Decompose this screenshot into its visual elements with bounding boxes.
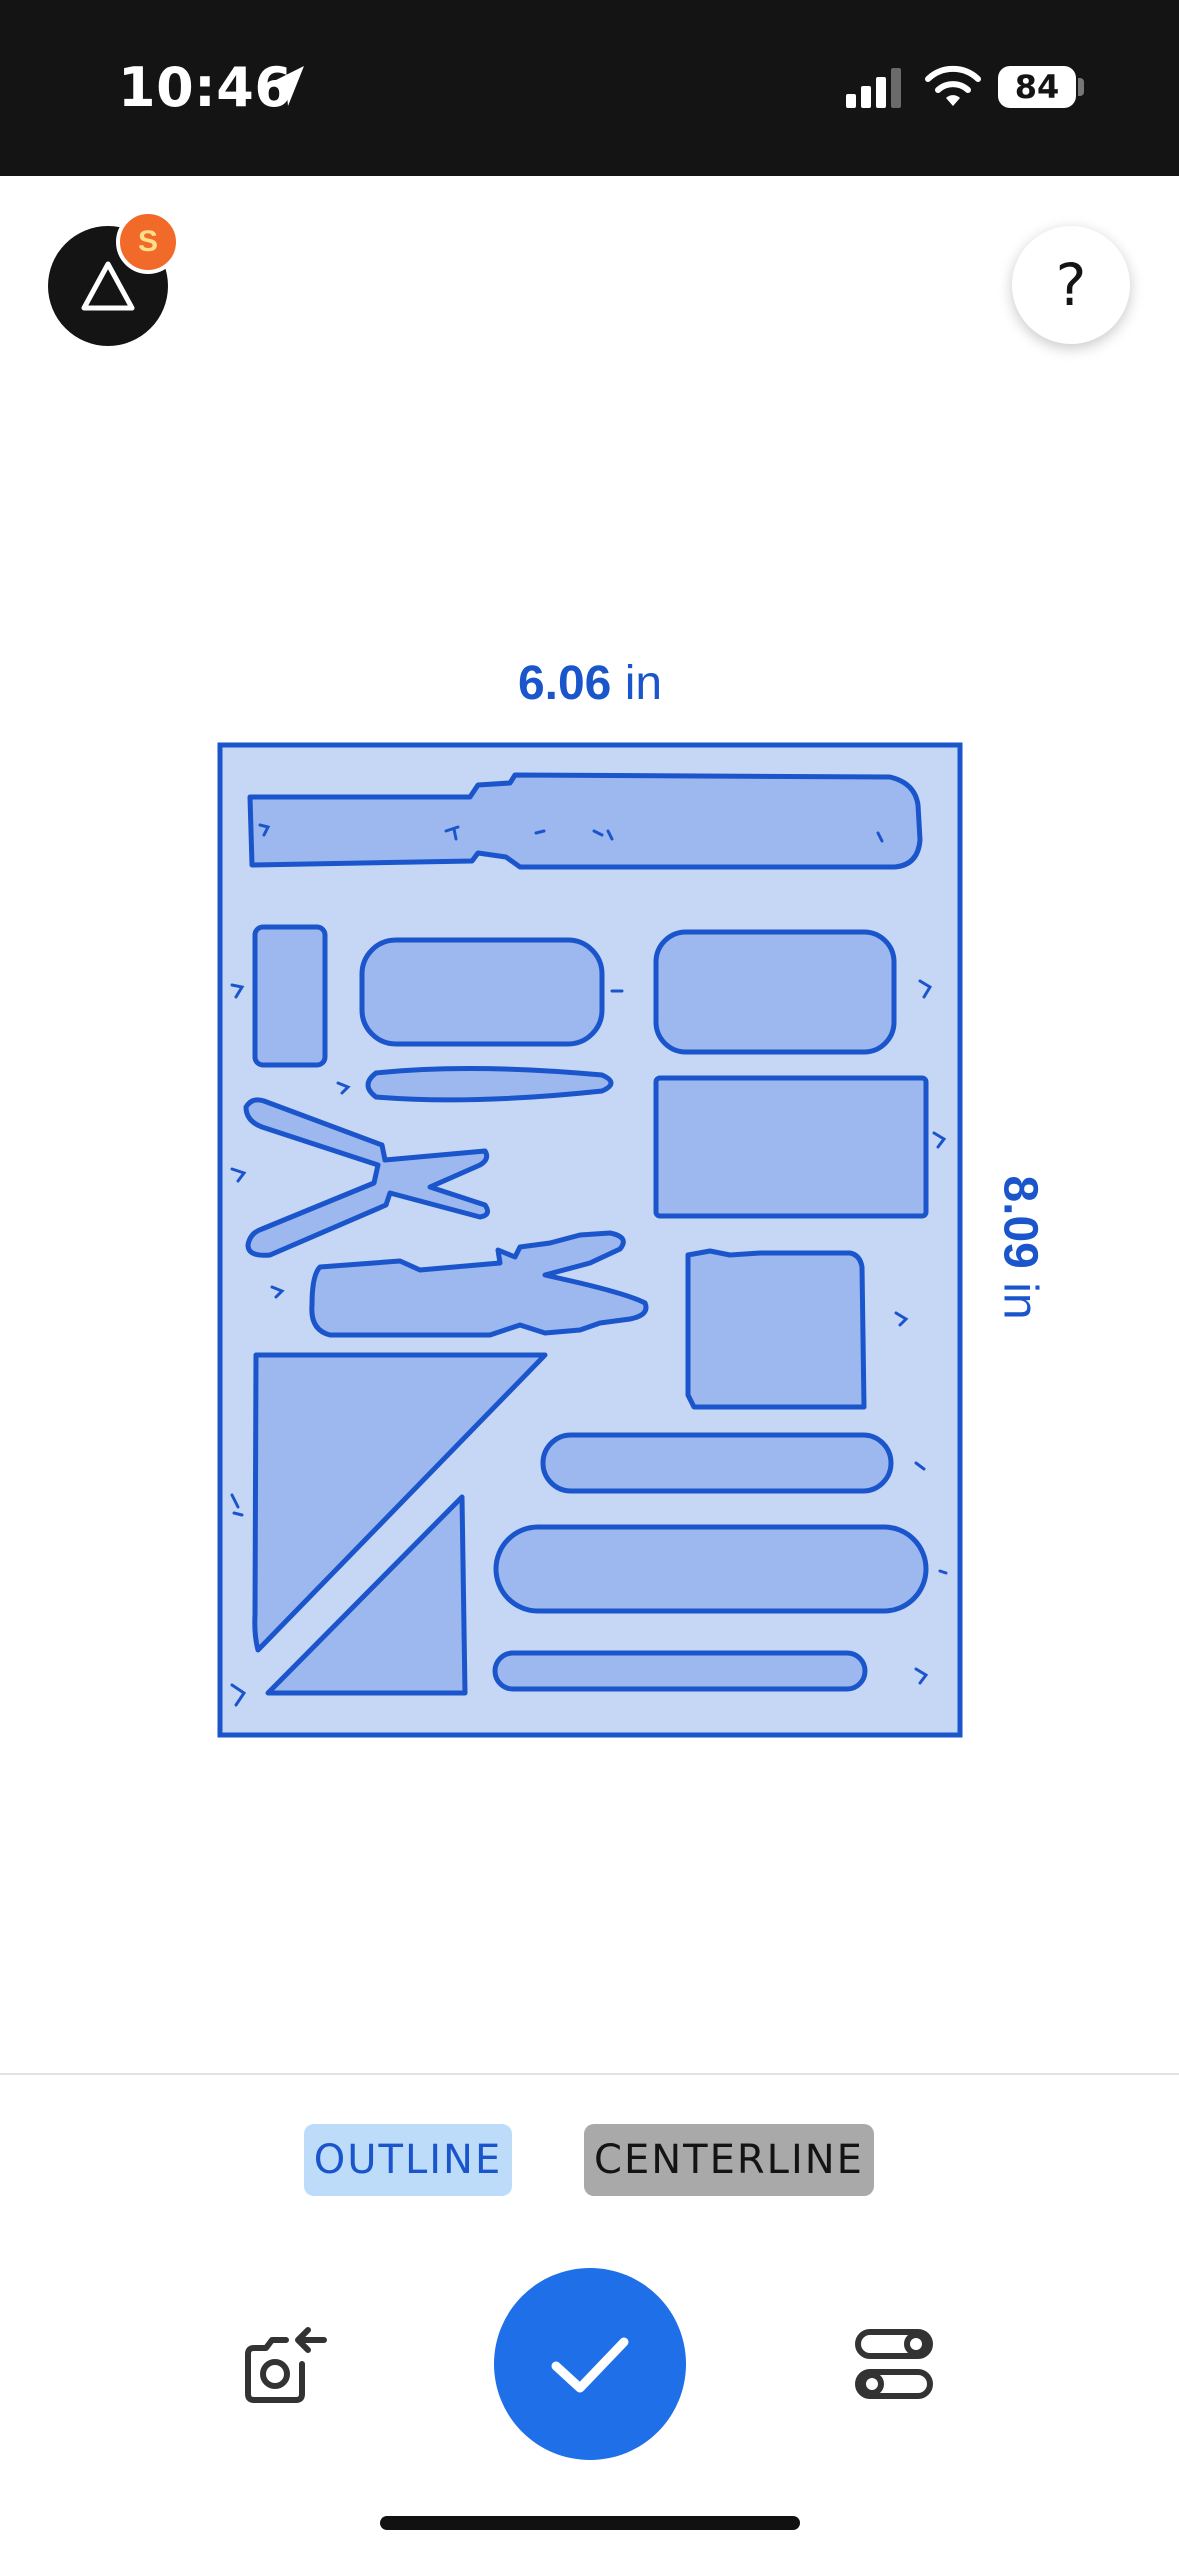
traced-shape <box>365 1065 614 1103</box>
traced-shape <box>540 1432 894 1494</box>
traced-shape <box>359 937 605 1047</box>
centerline-mode-button[interactable]: CENTERLINE <box>584 2124 874 2196</box>
traced-shape <box>493 1524 929 1614</box>
traced-shape <box>685 1248 867 1410</box>
width-unit: in <box>624 657 663 710</box>
width-dimension: 6.06 in <box>470 656 710 711</box>
battery-tip <box>1078 78 1084 96</box>
traced-shape <box>653 1075 929 1219</box>
wifi-icon <box>925 65 981 106</box>
traced-shape <box>653 929 897 1055</box>
help-button[interactable]: ? <box>1012 226 1130 344</box>
height-value: 8.09 <box>993 1175 1047 1269</box>
height-dimension: 8.09 in <box>993 1128 1048 1368</box>
home-indicator[interactable] <box>380 2516 800 2530</box>
traced-shape <box>252 924 328 1068</box>
location-arrow-icon <box>268 66 304 106</box>
traced-shape <box>492 1650 868 1692</box>
confirm-button[interactable] <box>494 2268 686 2460</box>
status-bar: 10:46 84 <box>0 0 1179 176</box>
battery-icon: 84 <box>998 66 1076 108</box>
traced-scan-preview[interactable] <box>210 735 970 1745</box>
sliders-toggle-icon[interactable] <box>852 2322 936 2406</box>
trace-speckle <box>534 829 546 835</box>
bottom-divider <box>0 2073 1179 2075</box>
outline-mode-button[interactable]: OUTLINE <box>304 2124 512 2196</box>
checkmark-icon <box>551 2337 629 2393</box>
height-unit: in <box>993 1282 1047 1320</box>
camera-retake-icon[interactable] <box>240 2320 330 2410</box>
trace-speckle <box>938 1569 948 1575</box>
signal-icon <box>846 68 901 108</box>
width-value: 6.06 <box>517 657 612 710</box>
notification-badge: S <box>116 210 180 274</box>
